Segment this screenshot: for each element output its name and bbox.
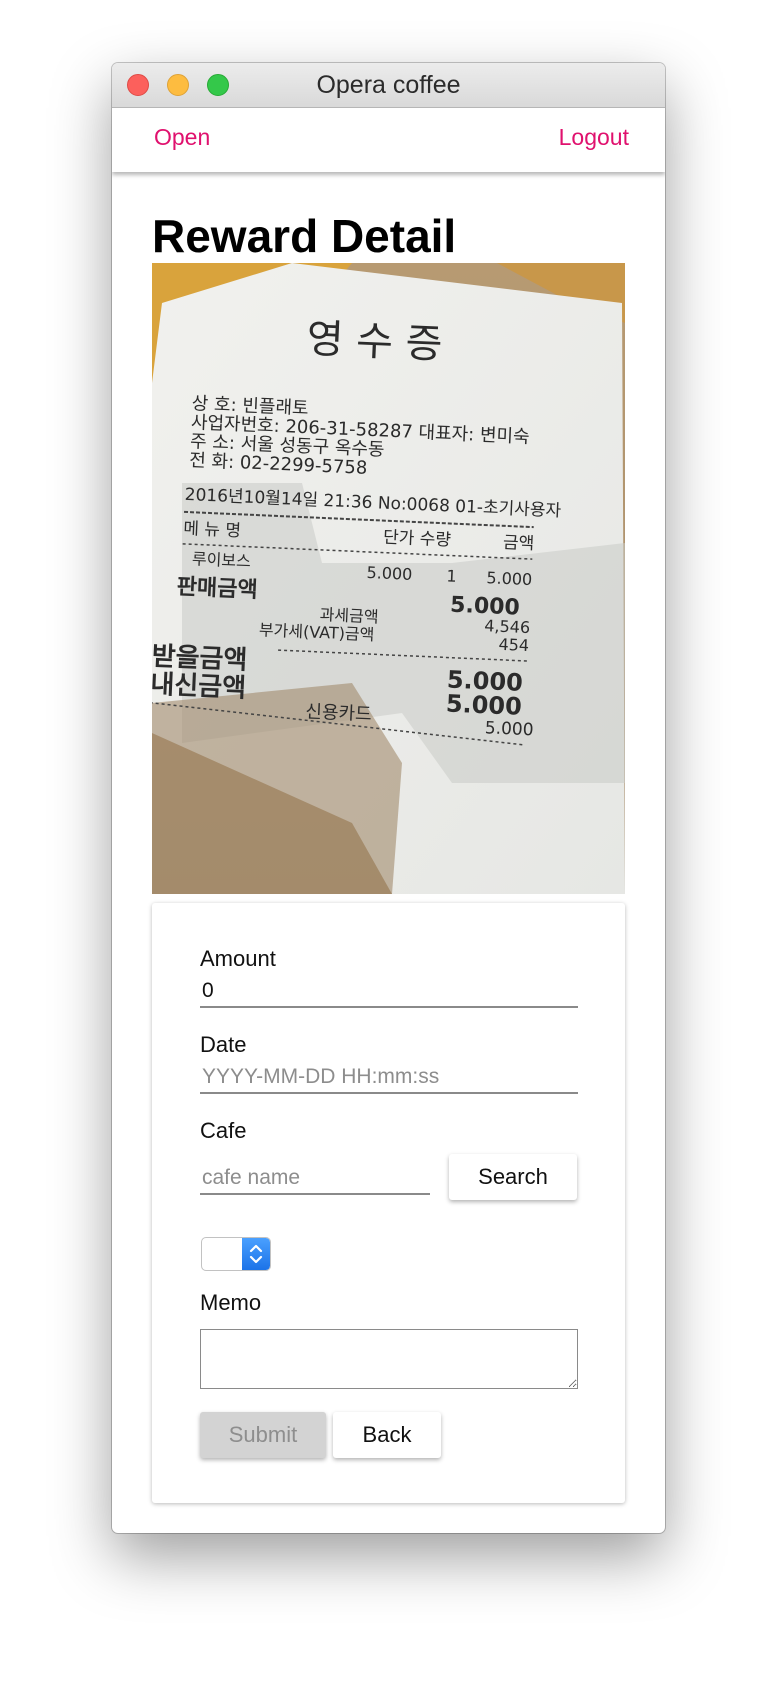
receipt-line: 5.000 <box>366 563 413 584</box>
receipt-line: 5.000 <box>486 568 533 589</box>
amount-label: Amount <box>200 946 276 971</box>
logout-link[interactable]: Logout <box>559 124 629 151</box>
memo-textarea[interactable] <box>200 1329 578 1389</box>
receipt-line: 454 <box>498 635 529 655</box>
amount-input[interactable] <box>200 976 578 1008</box>
page-title: Reward Detail <box>152 210 457 262</box>
receipt-line: 판매금액 <box>176 575 258 604</box>
date-label: Date <box>200 1032 247 1057</box>
receipt-line: 4,546 <box>484 616 531 637</box>
receipt-line: 1 <box>446 566 457 585</box>
reward-form: Amount Date Cafe Search Memo Submit Back <box>152 903 625 1503</box>
date-input[interactable] <box>200 1062 578 1094</box>
receipt-photo: 영 수 증 상 호: 빈플래토 사업자번호: 206-31-58287 대표자:… <box>152 263 625 894</box>
receipt-line: 금액 <box>503 533 535 554</box>
receipt-line: 루이보스 <box>192 549 252 571</box>
receipt-line: 단가 수량 <box>383 528 452 551</box>
back-button[interactable]: Back <box>333 1412 441 1458</box>
search-button[interactable]: Search <box>449 1154 577 1200</box>
receipt-line: 5.000 <box>484 718 533 740</box>
chevron-up-down-icon <box>242 1238 270 1270</box>
submit-button[interactable]: Submit <box>200 1412 326 1458</box>
open-link[interactable]: Open <box>154 124 210 151</box>
receipt-line: 신용카드 <box>305 701 372 725</box>
title-bar: Opera coffee <box>112 63 665 108</box>
cafe-select[interactable] <box>201 1237 271 1271</box>
window-title: Opera coffee <box>316 71 461 99</box>
receipt-line: 메 뉴 명 <box>183 519 242 541</box>
cafe-name-input[interactable] <box>200 1163 430 1195</box>
memo-label: Memo <box>200 1290 262 1315</box>
cafe-label: Cafe <box>200 1118 247 1143</box>
top-nav-bar: Open Logout <box>112 108 665 172</box>
receipt-line: 5.000 <box>445 689 522 720</box>
app-window: Opera coffee Open Logout Reward Detail 영… <box>112 63 665 1533</box>
receipt-line: 내신금액 <box>152 670 247 704</box>
receipt-title: 영 수 증 <box>306 316 444 368</box>
